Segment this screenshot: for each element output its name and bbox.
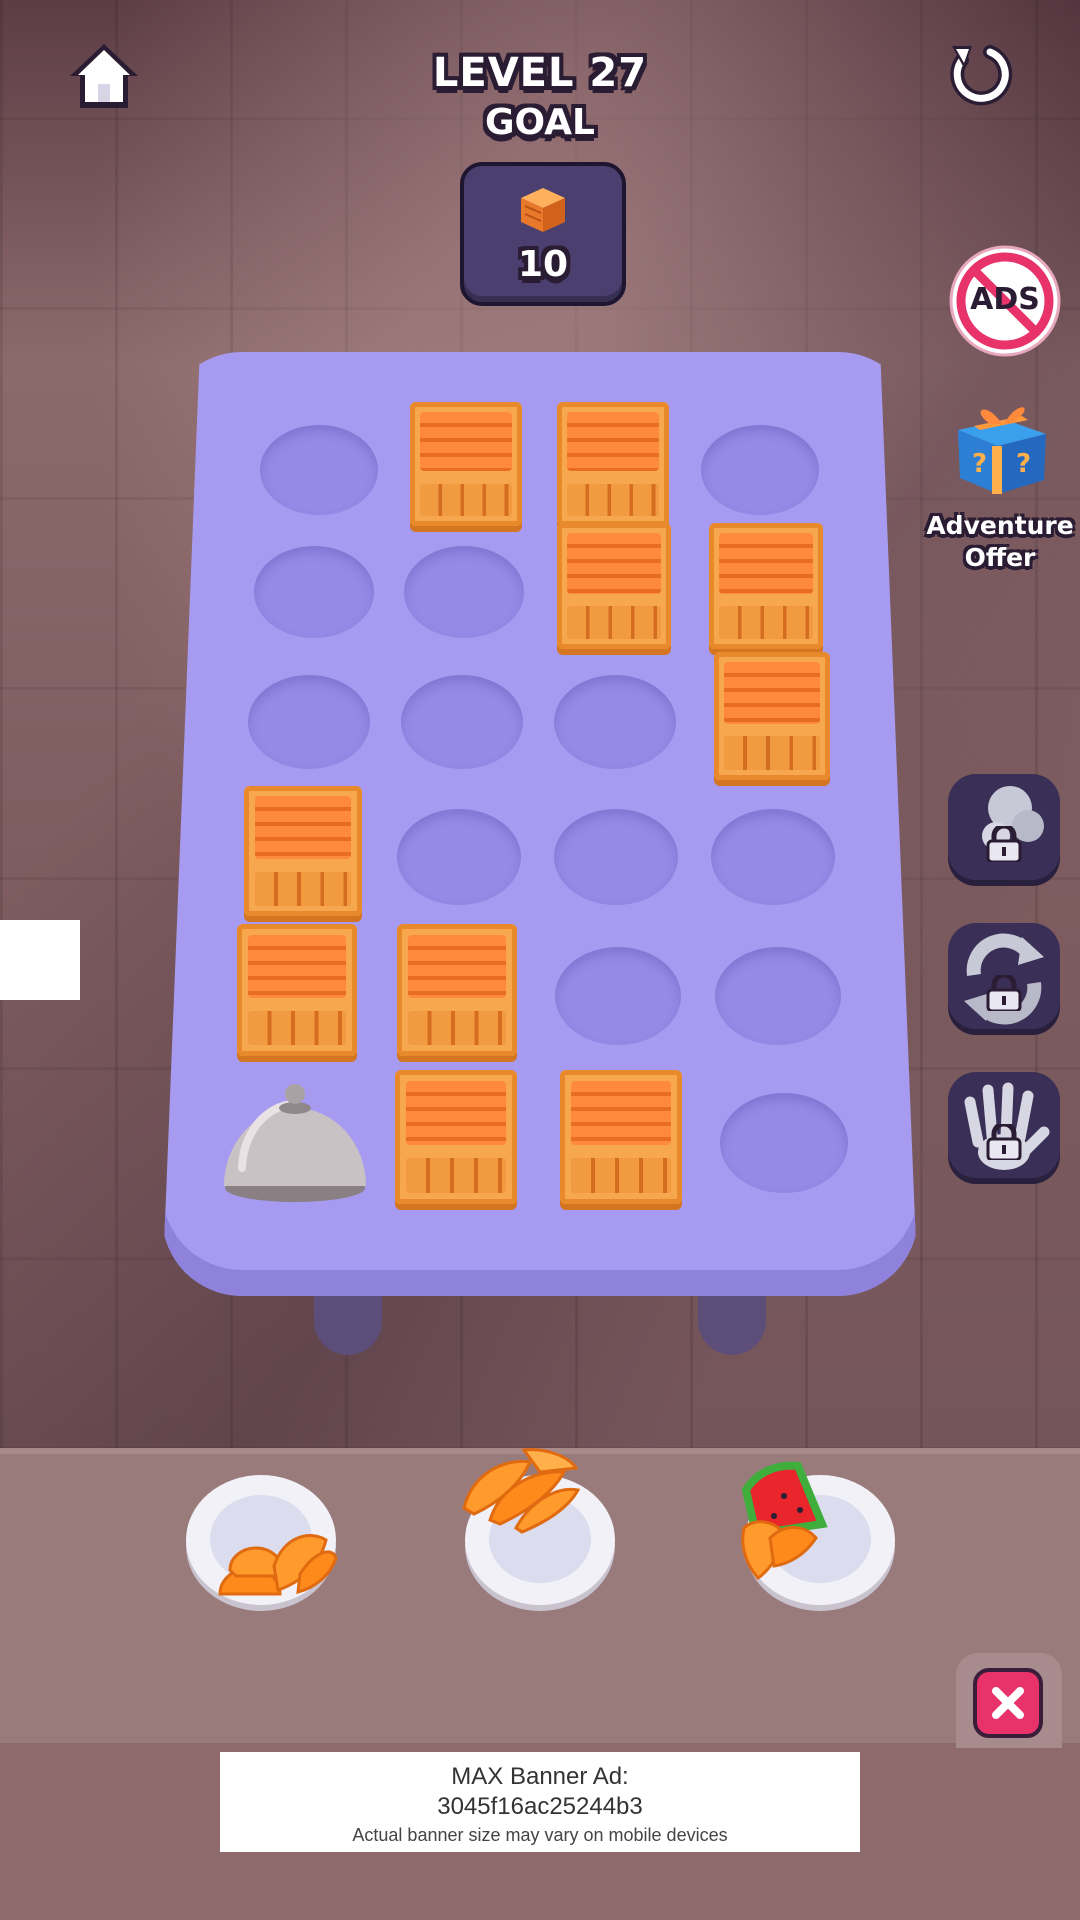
crate-slats — [719, 533, 813, 594]
restart-button[interactable] — [942, 38, 1014, 110]
empty-slot[interactable] — [254, 546, 374, 638]
crate-tile[interactable] — [237, 924, 357, 1056]
adventure-offer-button[interactable]: ? ? — [946, 390, 1058, 500]
restart-icon — [950, 45, 1013, 106]
ad-banner[interactable]: MAX Banner Ad: 3045f16ac25244b3 Actual b… — [220, 1752, 860, 1852]
crate-front — [247, 1011, 347, 1046]
crate-tile[interactable] — [557, 523, 671, 649]
orange-slices-icon — [218, 1534, 338, 1596]
crate-tile[interactable] — [395, 1070, 517, 1204]
adventure-offer-label: Adventure Offer — [920, 510, 1080, 574]
crate-slats — [724, 662, 820, 724]
crate-slats — [247, 934, 347, 998]
grab-hand-booster-button[interactable] — [948, 1072, 1060, 1184]
svg-text:?: ? — [972, 449, 987, 479]
crate-tile[interactable] — [397, 924, 517, 1056]
close-ad-button[interactable] — [973, 1668, 1043, 1738]
ad-banner-title: MAX Banner Ad: — [451, 1763, 629, 1790]
empty-slot[interactable] — [715, 947, 841, 1045]
crate-front — [724, 736, 820, 770]
crate-front — [567, 483, 659, 517]
close-icon — [992, 1687, 1024, 1719]
empty-slot[interactable] — [555, 947, 681, 1045]
crate-slats — [407, 934, 507, 998]
empty-slot[interactable] — [554, 809, 678, 905]
crate-slats — [254, 796, 352, 859]
level-title: LEVEL 27 — [432, 50, 648, 96]
empty-slot[interactable] — [397, 809, 521, 905]
empty-slot[interactable] — [404, 546, 524, 638]
crate-front — [407, 1011, 507, 1046]
crate-front — [405, 1158, 506, 1194]
ad-banner-id: 3045f16ac25244b3 — [437, 1793, 643, 1820]
cloche-tile[interactable] — [222, 1068, 368, 1202]
watermelon-and-orange-slices-icon — [741, 1461, 828, 1580]
home-button[interactable] — [66, 38, 142, 114]
goal-label: GOAL — [485, 102, 595, 143]
svg-text:?: ? — [1016, 449, 1031, 479]
adventure-offer-line1: Adventure — [926, 511, 1074, 540]
goal-panel: 10 — [460, 162, 626, 306]
crate-slats — [405, 1080, 506, 1146]
crate-tile[interactable] — [410, 402, 522, 526]
crate-front — [570, 1158, 671, 1194]
no-ads-text: ADS — [970, 282, 1040, 317]
adventure-offer-line2: Offer — [964, 543, 1036, 572]
crate-front — [567, 606, 661, 639]
no-ads-button[interactable]: ADS — [948, 244, 1062, 358]
side-white-tab — [0, 920, 80, 1000]
lock-icon — [986, 1124, 1022, 1160]
goal-count: 10 — [517, 244, 569, 285]
orange-slices-icon — [462, 1448, 580, 1534]
empty-slot[interactable] — [701, 425, 819, 515]
empty-slot[interactable] — [401, 675, 523, 769]
empty-slot[interactable] — [260, 425, 378, 515]
crate-slats — [570, 1080, 671, 1146]
crate-slats — [420, 411, 512, 472]
crate-icon — [521, 188, 565, 232]
empty-slot[interactable] — [248, 675, 370, 769]
cloche-icon — [224, 1084, 366, 1202]
crate-slats — [567, 411, 659, 472]
crate-front — [420, 483, 512, 517]
crate-tile[interactable] — [244, 786, 362, 916]
lock-icon — [986, 826, 1022, 862]
empty-slot[interactable] — [720, 1093, 848, 1193]
crate-front — [719, 606, 813, 639]
crate-tile[interactable] — [714, 652, 830, 780]
crate-tile[interactable] — [557, 402, 669, 526]
gift-box-icon: ? ? — [958, 407, 1046, 494]
crate-front — [254, 871, 352, 906]
magnet-booster-button[interactable] — [948, 774, 1060, 886]
crate-slats — [567, 533, 661, 594]
home-icon — [70, 44, 138, 108]
crate-tile[interactable] — [560, 1070, 682, 1204]
shuffle-booster-button[interactable] — [948, 923, 1060, 1035]
empty-slot[interactable] — [711, 809, 835, 905]
ad-banner-note: Actual banner size may vary on mobile de… — [352, 1825, 728, 1845]
lock-icon — [986, 975, 1022, 1011]
empty-slot[interactable] — [554, 675, 676, 769]
crate-tile[interactable] — [709, 523, 823, 649]
